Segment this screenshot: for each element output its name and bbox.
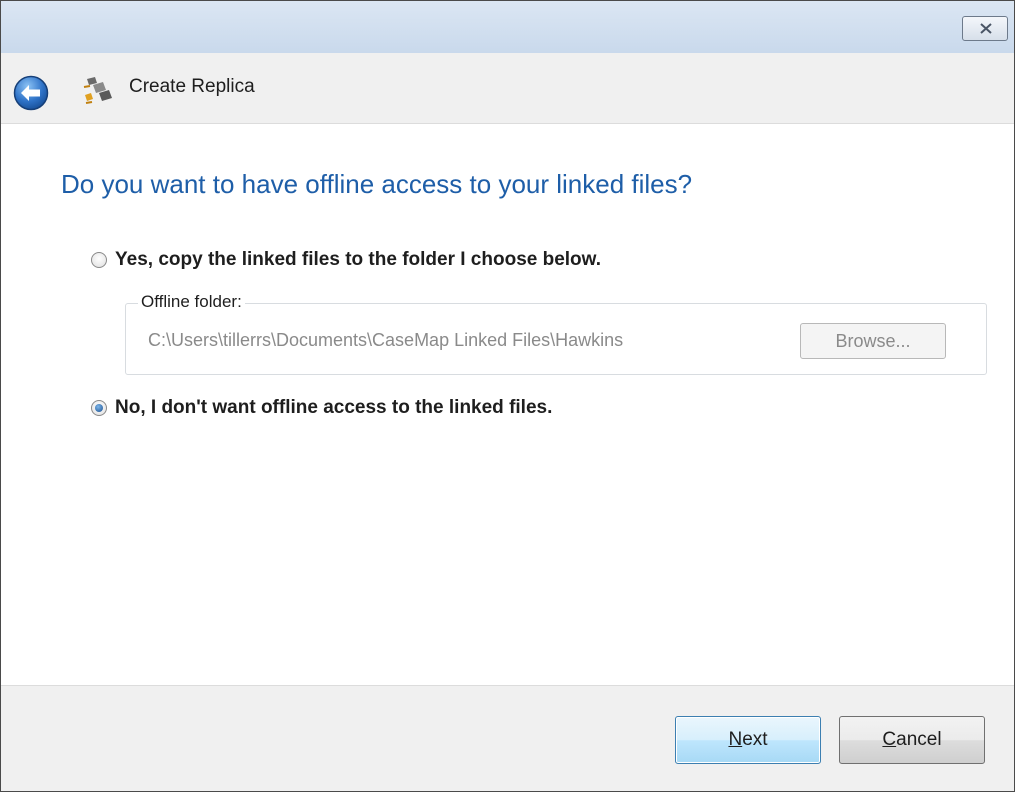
wizard-footer: Next Cancel [1, 685, 1014, 791]
offline-folder-label: Offline folder: [138, 292, 245, 312]
cancel-label-rest: ancel [896, 729, 942, 750]
title-bar [1, 1, 1014, 53]
radio-option-yes[interactable]: Yes, copy the linked files to the folder… [91, 249, 601, 271]
radio-yes[interactable] [91, 252, 107, 268]
radio-option-no[interactable]: No, I don't want offline access to the l… [91, 397, 552, 419]
back-arrow-icon[interactable] [13, 75, 49, 111]
close-icon [980, 23, 992, 34]
cancel-button[interactable]: Cancel [839, 716, 985, 764]
browse-button[interactable]: Browse... [800, 323, 946, 359]
radio-label-yes[interactable]: Yes, copy the linked files to the folder… [115, 249, 601, 271]
offline-folder-group: Offline folder: Browse... [125, 292, 987, 375]
page-heading: Do you want to have offline access to yo… [61, 169, 693, 199]
replica-icon [83, 77, 112, 104]
navigation-bar: Create Replica [1, 53, 1014, 124]
close-button[interactable] [962, 16, 1008, 41]
wizard-window: Create Replica Do you want to have offli… [0, 0, 1015, 792]
window-title: Create Replica [129, 76, 255, 97]
next-button[interactable]: Next [675, 716, 821, 764]
radio-label-no[interactable]: No, I don't want offline access to the l… [115, 397, 552, 419]
next-mnemonic: N [728, 729, 743, 750]
radio-no[interactable] [91, 400, 107, 416]
next-label-rest: ext [742, 729, 768, 750]
cancel-mnemonic: C [882, 729, 897, 750]
offline-folder-path-input[interactable] [148, 326, 804, 354]
